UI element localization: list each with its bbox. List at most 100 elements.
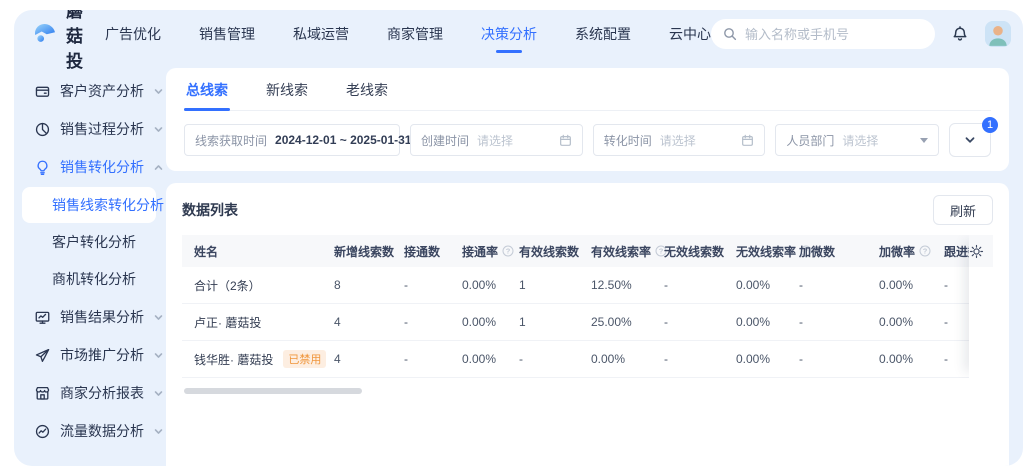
top-nav-item[interactable]: 销售管理 bbox=[199, 24, 255, 44]
table-header-cell: 姓名 bbox=[182, 243, 322, 260]
column-settings-button[interactable] bbox=[969, 235, 993, 267]
filter-placeholder: 请选择 bbox=[477, 132, 513, 149]
column-label: 加微率 bbox=[879, 243, 915, 260]
search-box[interactable] bbox=[711, 19, 935, 49]
brand-logo-icon bbox=[32, 21, 58, 47]
data-list-card: 数据列表 刷新 姓名新增线索数接通数接通率?有效线索数有效线索率?无效线索数无效… bbox=[166, 183, 1009, 466]
sidebar-item[interactable]: 市场推广分析 bbox=[14, 336, 162, 374]
filter-date-input[interactable]: 创建时间请选择 bbox=[410, 124, 583, 156]
table-header-cell: 无效线索率? bbox=[724, 243, 787, 260]
filter-count-badge: 1 bbox=[982, 117, 998, 133]
column-label: 新增线索数 bbox=[334, 243, 394, 260]
tab-item[interactable]: 新线索 bbox=[264, 68, 310, 110]
top-nav-item[interactable]: 系统配置 bbox=[575, 24, 631, 44]
top-nav-item[interactable]: 商家管理 bbox=[387, 24, 443, 44]
table-cell: - bbox=[787, 315, 867, 329]
sidebar-item[interactable]: 流量数据分析 bbox=[14, 412, 162, 450]
main-content: 总线索新线索老线索 线索获取时间2024-12-01 ~ 2025-01-31创… bbox=[162, 58, 1023, 466]
filter-label: 转化时间 bbox=[604, 132, 652, 149]
table-cell: - bbox=[507, 352, 579, 366]
search-input[interactable] bbox=[743, 26, 923, 43]
sidebar-item[interactable]: 销售过程分析 bbox=[14, 110, 162, 148]
bulb-icon bbox=[34, 159, 51, 176]
table-cell: 8 bbox=[322, 278, 392, 292]
table-cell: 0.00% bbox=[724, 352, 787, 366]
table-header-cell: 无效线索数 bbox=[652, 243, 724, 260]
sidebar-item[interactable]: 销售转化分析 bbox=[14, 148, 162, 186]
table-cell: 12.50% bbox=[579, 278, 652, 292]
top-bar: 蘑菇投 广告优化销售管理私域运营商家管理决策分析系统配置云中心 bbox=[14, 10, 1023, 58]
top-bar-right bbox=[711, 19, 1011, 49]
user-avatar[interactable] bbox=[985, 21, 1011, 47]
sidebar: 客户资产分析 销售过程分析 销售转化分析 销售线索转化分析客户转化分析商机转化分… bbox=[14, 58, 162, 466]
table-fixed-settings-column bbox=[969, 235, 993, 378]
table-cell: 0.00% bbox=[867, 278, 932, 292]
sidebar-sub-item[interactable]: 客户转化分析 bbox=[22, 224, 156, 260]
calendar-icon bbox=[551, 134, 572, 147]
column-label: 有效线索数 bbox=[519, 243, 579, 260]
top-nav-item[interactable]: 广告优化 bbox=[105, 24, 161, 44]
row-name: 卢正· 蘑菇投 bbox=[194, 314, 261, 331]
sidebar-item-label: 销售过程分析 bbox=[60, 119, 144, 139]
table-cell: 0.00% bbox=[724, 315, 787, 329]
column-label: 加微数 bbox=[799, 243, 835, 260]
table-cell: 25.00% bbox=[579, 315, 652, 329]
data-list-header: 数据列表 刷新 bbox=[182, 195, 993, 225]
table-cell: - bbox=[787, 352, 867, 366]
filter-placeholder: 请选择 bbox=[842, 132, 878, 149]
bell-icon[interactable] bbox=[950, 24, 970, 44]
table-cell: 4 bbox=[322, 352, 392, 366]
top-nav-item[interactable]: 决策分析 bbox=[481, 24, 537, 44]
wallet-icon bbox=[34, 83, 51, 100]
row-name: 合计（2条） bbox=[194, 277, 261, 294]
filter-row: 线索获取时间2024-12-01 ~ 2025-01-31创建时间请选择转化时间… bbox=[184, 123, 991, 157]
sidebar-item[interactable]: 商家分析报表 bbox=[14, 374, 162, 412]
filter-date-input[interactable]: 线索获取时间2024-12-01 ~ 2025-01-31 bbox=[184, 124, 400, 156]
filter-collapse-button[interactable]: 1 bbox=[949, 123, 991, 157]
column-label: 接通率 bbox=[462, 243, 498, 260]
sidebar-item[interactable]: 销售结果分析 bbox=[14, 298, 162, 336]
app-container: 蘑菇投 广告优化销售管理私域运营商家管理决策分析系统配置云中心 bbox=[14, 10, 1023, 466]
caret-down-icon bbox=[912, 138, 928, 143]
filter-label: 线索获取时间 bbox=[195, 132, 267, 149]
row-name-cell: 钱华胜· 蘑菇投已禁用 bbox=[182, 350, 322, 368]
sidebar-sub-item[interactable]: 商机转化分析 bbox=[22, 261, 156, 297]
table-cell: 0.00% bbox=[867, 315, 932, 329]
column-label: 有效线索率 bbox=[591, 243, 651, 260]
monitor-icon bbox=[34, 309, 51, 326]
table-cell: 0.00% bbox=[450, 315, 507, 329]
refresh-button[interactable]: 刷新 bbox=[933, 195, 993, 225]
table-cell: 1 bbox=[507, 315, 579, 329]
sidebar-sub-item[interactable]: 销售线索转化分析 bbox=[22, 187, 156, 223]
table-header-cell: 有效线索数 bbox=[507, 243, 579, 260]
top-nav-item[interactable]: 私域运营 bbox=[293, 24, 349, 44]
tab-active[interactable]: 总线索 bbox=[184, 68, 230, 110]
table-cell: 0.00% bbox=[450, 352, 507, 366]
filter-date-input[interactable]: 转化时间请选择 bbox=[593, 124, 766, 156]
table-cell: 0.00% bbox=[450, 278, 507, 292]
sidebar-item-label: 市场推广分析 bbox=[60, 345, 144, 365]
horizontal-scrollbar[interactable] bbox=[184, 388, 362, 394]
pie-icon bbox=[34, 121, 51, 138]
sidebar-item-label: 销售结果分析 bbox=[60, 307, 144, 327]
table-cell: - bbox=[787, 278, 867, 292]
filter-select[interactable]: 人员部门请选择 bbox=[775, 124, 939, 156]
table-cell: 0.00% bbox=[867, 352, 932, 366]
table-header-cell: 加微数 bbox=[787, 243, 867, 260]
table-cell: - bbox=[392, 278, 450, 292]
sidebar-item[interactable]: 客户资产分析 bbox=[14, 72, 162, 110]
top-nav: 广告优化 销售管理 私域运营 商家管理 决策分析 系统配置 云中心 bbox=[105, 24, 711, 44]
table-cell: 0.00% bbox=[579, 352, 652, 366]
table-cell: - bbox=[652, 278, 724, 292]
table-cell: 1 bbox=[507, 278, 579, 292]
table-header-cell: 接通率? bbox=[450, 243, 507, 260]
top-nav-item[interactable]: 云中心 bbox=[669, 24, 711, 44]
filter-label: 创建时间 bbox=[421, 132, 469, 149]
filter-value: 2024-12-01 ~ 2025-01-31 bbox=[275, 133, 411, 147]
sidebar-item-label: 流量数据分析 bbox=[60, 421, 144, 441]
disabled-status-badge: 已禁用 bbox=[283, 350, 326, 368]
plane-icon bbox=[34, 347, 51, 364]
info-icon[interactable]: ? bbox=[919, 245, 931, 257]
tab-item[interactable]: 老线索 bbox=[344, 68, 390, 110]
svg-text:?: ? bbox=[923, 246, 928, 255]
